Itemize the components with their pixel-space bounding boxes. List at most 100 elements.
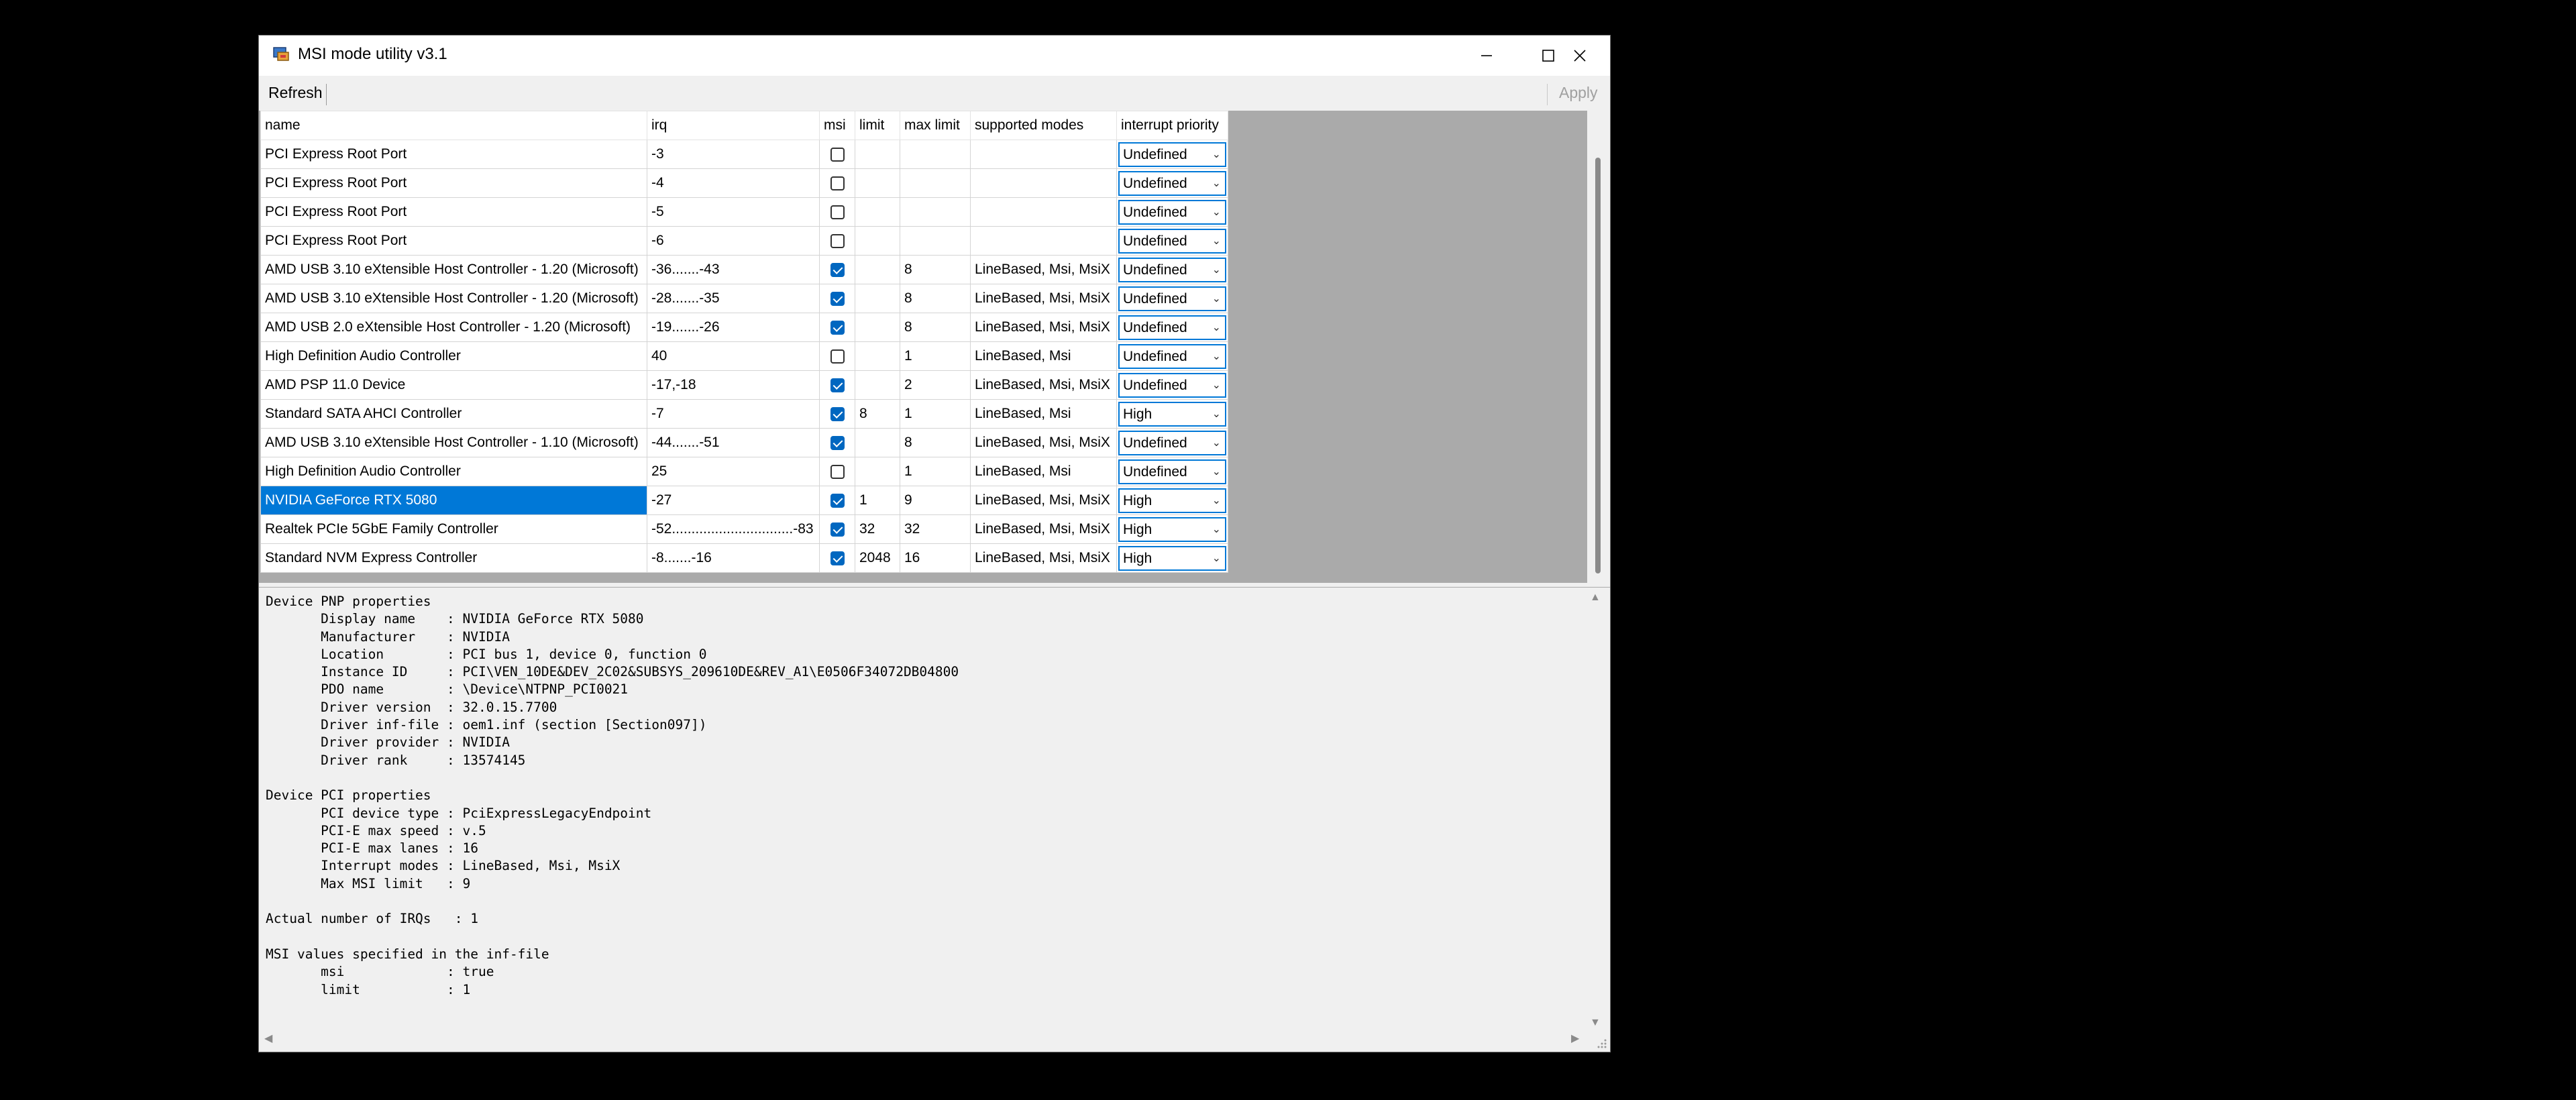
limit-cell[interactable]: [855, 370, 900, 400]
priority-cell[interactable]: High ⌄: [1116, 543, 1228, 573]
table-row[interactable]: PCI Express Root Port -4 Undefined ⌄: [260, 168, 1228, 198]
priority-cell[interactable]: High ⌄: [1116, 399, 1228, 429]
table-row[interactable]: AMD USB 2.0 eXtensible Host Controller -…: [260, 313, 1228, 342]
column-header-max-limit[interactable]: max limit: [900, 111, 971, 140]
scroll-down-arrow-icon[interactable]: ▼: [1590, 1017, 1601, 1029]
irq-cell[interactable]: -7: [647, 399, 820, 429]
interrupt-priority-dropdown[interactable]: Undefined ⌄: [1118, 286, 1226, 311]
msi-checkbox[interactable]: [830, 291, 845, 306]
irq-cell[interactable]: -36.......-43: [647, 255, 820, 284]
limit-cell[interactable]: 2048: [855, 543, 900, 573]
irq-cell[interactable]: 40: [647, 341, 820, 371]
minimize-button[interactable]: [1456, 36, 1517, 76]
priority-cell[interactable]: Undefined ⌄: [1116, 341, 1228, 371]
limit-cell[interactable]: [855, 284, 900, 313]
interrupt-priority-dropdown[interactable]: High ⌄: [1118, 516, 1226, 542]
msi-checkbox[interactable]: [830, 435, 845, 450]
table-row[interactable]: AMD USB 3.10 eXtensible Host Controller …: [260, 284, 1228, 313]
irq-cell[interactable]: -52...............................-83: [647, 514, 820, 544]
irq-cell[interactable]: -6: [647, 226, 820, 256]
msi-cell[interactable]: [819, 486, 855, 515]
priority-cell[interactable]: Undefined ⌄: [1116, 255, 1228, 284]
device-name-cell[interactable]: AMD PSP 11.0 Device: [260, 370, 647, 400]
msi-checkbox[interactable]: [830, 233, 845, 248]
limit-cell[interactable]: 1: [855, 486, 900, 515]
irq-cell[interactable]: -44.......-51: [647, 428, 820, 457]
column-header-supported-modes[interactable]: supported modes: [970, 111, 1117, 140]
irq-cell[interactable]: -5: [647, 197, 820, 227]
msi-cell[interactable]: [819, 197, 855, 227]
close-button[interactable]: [1550, 36, 1610, 76]
interrupt-priority-dropdown[interactable]: Undefined ⌄: [1118, 170, 1226, 196]
irq-cell[interactable]: 25: [647, 457, 820, 486]
table-row[interactable]: PCI Express Root Port -3 Undefined ⌄: [260, 140, 1228, 169]
irq-cell[interactable]: -17,-18: [647, 370, 820, 400]
irq-cell[interactable]: -8.......-16: [647, 543, 820, 573]
priority-cell[interactable]: Undefined ⌄: [1116, 226, 1228, 256]
msi-checkbox[interactable]: [830, 464, 845, 479]
table-row[interactable]: High Definition Audio Controller 40 1 LineB…: [260, 341, 1228, 371]
refresh-button[interactable]: Refresh: [263, 80, 328, 105]
interrupt-priority-dropdown[interactable]: Undefined ⌄: [1118, 199, 1226, 225]
apply-button[interactable]: Apply: [1555, 80, 1602, 105]
device-name-cell[interactable]: PCI Express Root Port: [260, 226, 647, 256]
limit-cell[interactable]: [855, 140, 900, 169]
device-name-cell[interactable]: Standard SATA AHCI Controller: [260, 399, 647, 429]
msi-cell[interactable]: [819, 428, 855, 457]
limit-cell[interactable]: [855, 168, 900, 198]
limit-cell[interactable]: [855, 255, 900, 284]
priority-cell[interactable]: Undefined ⌄: [1116, 370, 1228, 400]
msi-checkbox[interactable]: [830, 262, 845, 277]
msi-checkbox[interactable]: [830, 406, 845, 421]
device-name-cell[interactable]: PCI Express Root Port: [260, 168, 647, 198]
scroll-right-arrow-icon[interactable]: ▶: [1571, 1032, 1579, 1045]
limit-cell[interactable]: 32: [855, 514, 900, 544]
priority-cell[interactable]: Undefined ⌄: [1116, 197, 1228, 227]
msi-cell[interactable]: [819, 341, 855, 371]
priority-cell[interactable]: Undefined ⌄: [1116, 428, 1228, 457]
table-row[interactable]: NVIDIA GeForce RTX 5080 -27 1 9 LineBased, M…: [260, 486, 1228, 515]
device-name-cell[interactable]: High Definition Audio Controller: [260, 457, 647, 486]
priority-cell[interactable]: High ⌄: [1116, 486, 1228, 515]
irq-cell[interactable]: -4: [647, 168, 820, 198]
table-row[interactable]: AMD PSP 11.0 Device -17,-18 2 LineBased, Ms…: [260, 370, 1228, 400]
column-header-msi[interactable]: msi: [819, 111, 855, 140]
msi-checkbox[interactable]: [830, 205, 845, 219]
table-row[interactable]: AMD USB 3.10 eXtensible Host Controller …: [260, 428, 1228, 457]
priority-cell[interactable]: Undefined ⌄: [1116, 284, 1228, 313]
column-header-limit[interactable]: limit: [855, 111, 900, 140]
device-name-cell[interactable]: PCI Express Root Port: [260, 140, 647, 169]
msi-checkbox[interactable]: [830, 176, 845, 190]
msi-cell[interactable]: [819, 514, 855, 544]
msi-checkbox[interactable]: [830, 522, 845, 537]
msi-cell[interactable]: [819, 168, 855, 198]
msi-cell[interactable]: [819, 284, 855, 313]
irq-cell[interactable]: -3: [647, 140, 820, 169]
msi-cell[interactable]: [819, 457, 855, 486]
priority-cell[interactable]: Undefined ⌄: [1116, 168, 1228, 198]
msi-cell[interactable]: [819, 226, 855, 256]
interrupt-priority-dropdown[interactable]: Undefined ⌄: [1118, 372, 1226, 398]
msi-cell[interactable]: [819, 370, 855, 400]
scrollbar-thumb[interactable]: [1595, 158, 1601, 573]
scroll-up-arrow-icon[interactable]: ▲: [1590, 592, 1601, 604]
grid-vertical-scrollbar[interactable]: [1587, 111, 1610, 583]
msi-checkbox[interactable]: [830, 378, 845, 392]
limit-cell[interactable]: [855, 197, 900, 227]
priority-cell[interactable]: Undefined ⌄: [1116, 140, 1228, 169]
interrupt-priority-dropdown[interactable]: Undefined ⌄: [1118, 315, 1226, 340]
table-row[interactable]: Realtek PCIe 5GbE Family Controller -52..…: [260, 514, 1228, 544]
resize-grip-icon[interactable]: [1595, 1037, 1607, 1049]
msi-checkbox[interactable]: [830, 493, 845, 508]
limit-cell[interactable]: [855, 341, 900, 371]
limit-cell[interactable]: [855, 457, 900, 486]
table-row[interactable]: AMD USB 3.10 eXtensible Host Controller …: [260, 255, 1228, 284]
limit-cell[interactable]: [855, 226, 900, 256]
interrupt-priority-dropdown[interactable]: Undefined ⌄: [1118, 257, 1226, 282]
interrupt-priority-dropdown[interactable]: High ⌄: [1118, 401, 1226, 427]
limit-cell[interactable]: [855, 313, 900, 342]
column-header-irq[interactable]: irq: [647, 111, 820, 140]
table-row[interactable]: Standard SATA AHCI Controller -7 8 1 LineBas…: [260, 399, 1228, 429]
msi-checkbox[interactable]: [830, 320, 845, 335]
msi-checkbox[interactable]: [830, 551, 845, 565]
